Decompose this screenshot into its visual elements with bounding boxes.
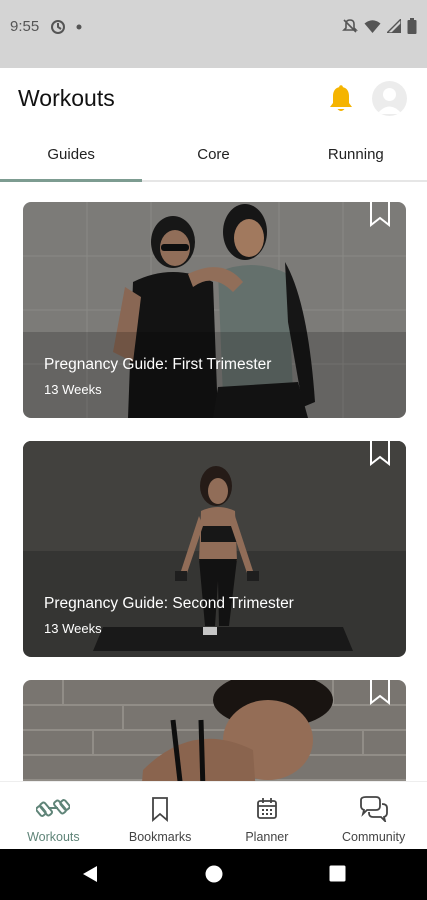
calendar-icon: [256, 798, 277, 819]
system-nav-bar: [0, 849, 427, 900]
card-image: [23, 680, 406, 781]
nav-planner[interactable]: Planner: [214, 782, 321, 849]
app-header: Workouts: [0, 68, 427, 132]
nav-bookmarks[interactable]: Bookmarks: [107, 782, 214, 849]
guide-card-second-trimester[interactable]: Pregnancy Guide: Second Trimester 13 Wee…: [23, 441, 406, 657]
dot-icon: [76, 24, 82, 30]
bell-icon[interactable]: [326, 84, 356, 114]
recents-icon[interactable]: [329, 865, 346, 882]
nav-workouts[interactable]: Workouts: [0, 782, 107, 849]
status-bar: 9:55: [0, 0, 427, 68]
nav-community[interactable]: Community: [320, 782, 427, 849]
tab-guides[interactable]: Guides: [0, 132, 143, 182]
bookmark-icon[interactable]: [369, 680, 391, 705]
nav-label: Bookmarks: [128, 830, 192, 844]
back-icon[interactable]: [81, 865, 99, 883]
card-title: Pregnancy Guide: Second Trimester: [44, 595, 294, 612]
guides-list: Pregnancy Guide: First Trimester 13 Week…: [0, 184, 427, 781]
status-time: 9:55: [10, 18, 40, 35]
card-subtitle: 13 Weeks: [44, 621, 102, 636]
nav-label: Community: [342, 830, 406, 844]
sync-icon: [51, 20, 65, 34]
nav-label: Planner: [245, 830, 289, 844]
bookmark-icon[interactable]: [369, 202, 391, 227]
card-subtitle: 13 Weeks: [44, 382, 102, 397]
card-title: Pregnancy Guide: First Trimester: [44, 356, 272, 373]
tab-bar: Guides Core Running: [0, 132, 427, 182]
bookmark-icon: [152, 797, 169, 822]
avatar[interactable]: [372, 81, 407, 116]
dumbbell-icon: [36, 799, 71, 817]
tab-core[interactable]: Core: [142, 132, 284, 180]
bookmark-icon[interactable]: [369, 441, 391, 466]
tab-running[interactable]: Running: [285, 132, 427, 180]
chat-bubbles-icon: [359, 796, 388, 822]
wifi-icon: [364, 19, 381, 33]
nav-label: Workouts: [27, 830, 80, 844]
home-icon[interactable]: [205, 865, 223, 883]
signal-icon: [387, 19, 401, 33]
mute-icon: [342, 19, 358, 33]
battery-icon: [407, 18, 417, 34]
page-title: Workouts: [18, 85, 115, 111]
profile-icon: [377, 88, 402, 114]
guide-card-first-trimester[interactable]: Pregnancy Guide: First Trimester 13 Week…: [23, 202, 406, 418]
bottom-nav: Workouts Bookmarks Planner Community: [0, 781, 427, 849]
guide-card-third[interactable]: [23, 680, 406, 781]
